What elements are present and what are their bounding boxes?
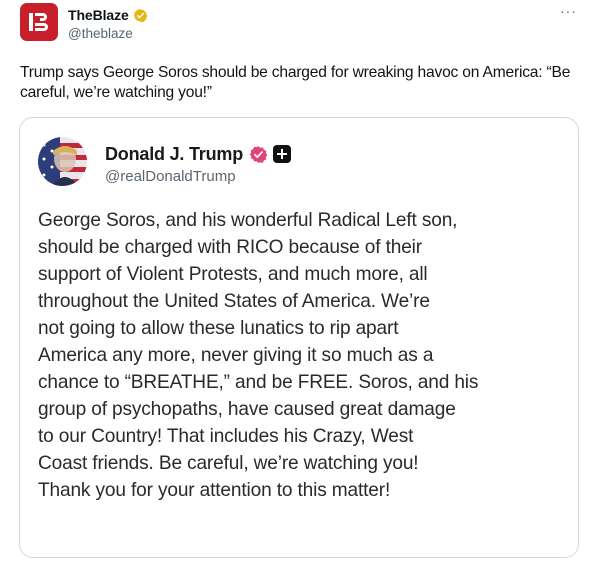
quoted-text-line: not going to allow these lunatics to rip… xyxy=(38,318,399,339)
quoted-text-line: chance to “BREATHE,” and be FREE. Soros,… xyxy=(38,372,479,393)
quoted-text-line: group of psychopaths, have caused great … xyxy=(38,399,456,420)
quoted-text-line: Thank you for your attention to this mat… xyxy=(38,480,391,501)
plus-badge-icon xyxy=(273,145,292,163)
quoted-text-line: should be charged with RICO because of t… xyxy=(38,237,422,258)
quoted-post-text: George Soros, and his wonderful Radical … xyxy=(38,207,568,504)
tweet-text: Trump says George Soros should be charge… xyxy=(20,64,571,101)
quoted-author-handle[interactable]: @realDonaldTrump xyxy=(105,168,236,185)
quoted-text-line: to our Country! That includes his Crazy,… xyxy=(38,426,414,447)
quoted-text-line: America any more, never giving it so muc… xyxy=(38,345,434,366)
quoted-text-line: George Soros, and his wonderful Radical … xyxy=(38,210,458,231)
theblaze-logo-icon xyxy=(29,13,48,31)
quoted-text-line: Coast friends. Be careful, we’re watchin… xyxy=(38,453,419,474)
more-options-icon[interactable]: ··· xyxy=(560,3,577,19)
quoted-author-row: Donald J. Trump xyxy=(105,143,292,165)
quoted-post-card[interactable]: Donald J. Trump @realDonaldTrump George … xyxy=(19,117,579,558)
gold-verified-badge-icon xyxy=(133,8,148,22)
tweet-author-name[interactable]: TheBlaze xyxy=(68,7,129,23)
quoted-author-name[interactable]: Donald J. Trump xyxy=(105,144,243,165)
tweet[interactable]: TheBlaze @theblaze ··· Trump says George… xyxy=(0,0,593,568)
theblaze-logo-avatar[interactable] xyxy=(20,3,58,41)
tweet-author-row: TheBlaze xyxy=(68,6,148,24)
flag-portrait-icon xyxy=(38,137,87,186)
pink-verified-badge-icon xyxy=(249,145,268,163)
flag-portrait-avatar[interactable] xyxy=(38,137,87,186)
quoted-text-line: support of Violent Protests, and much mo… xyxy=(38,264,428,285)
quoted-text-line: throughout the United States of America.… xyxy=(38,291,430,312)
tweet-author-handle[interactable]: @theblaze xyxy=(68,26,133,41)
